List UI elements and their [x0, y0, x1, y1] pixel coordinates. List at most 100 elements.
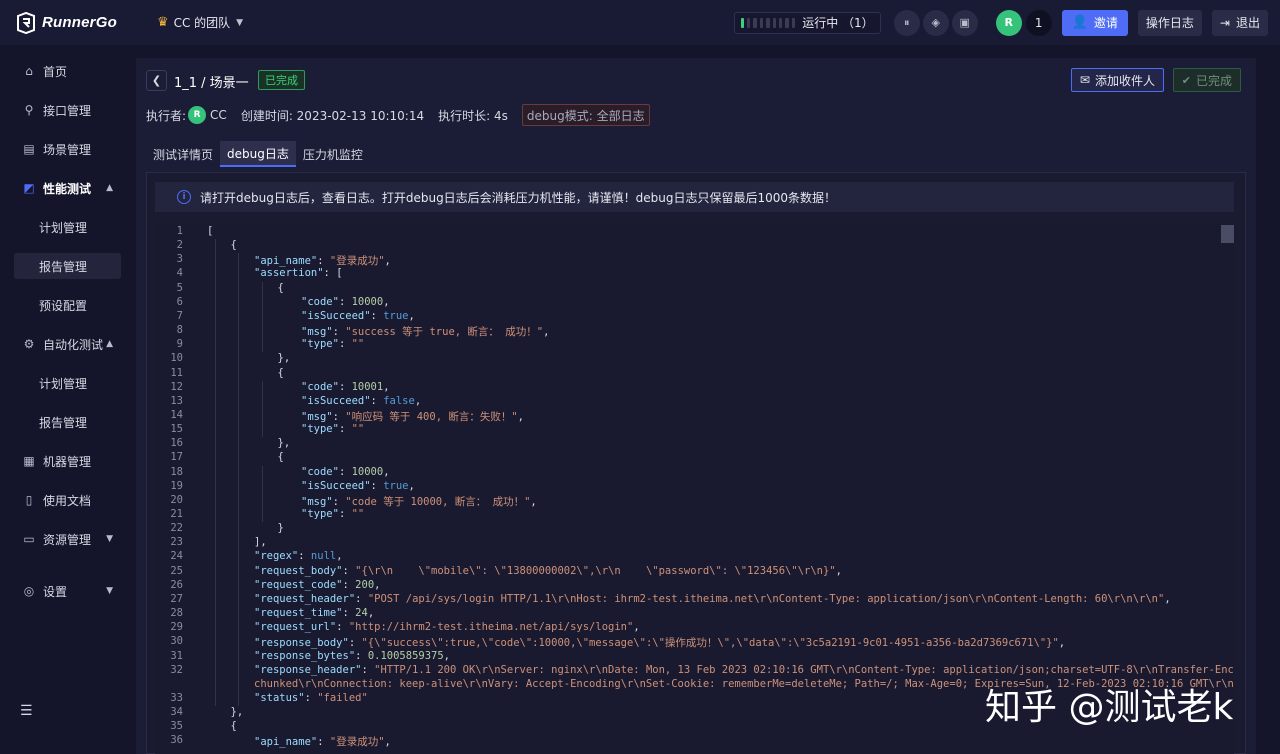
- home-icon: ⌂: [25, 64, 33, 78]
- line-number: 27: [170, 592, 183, 605]
- record-icon[interactable]: ▣: [951, 9, 978, 36]
- check-circle-icon: ✔: [1181, 73, 1191, 87]
- sidebar-item-label: 使用文档: [43, 493, 92, 508]
- sidebar: ⌂ 首页 ⚲ 接口管理 ▤ 场景管理 ◩ 性能测试 ▲ 计划管理 报告管理 预设…: [0, 45, 136, 754]
- sidebar-item-docs[interactable]: ▯ 使用文档: [14, 487, 121, 513]
- line-number: 34: [170, 706, 183, 719]
- indent-guide: [214, 239, 216, 707]
- progress-segment: [785, 17, 789, 28]
- sidebar-item-performance[interactable]: ◩ 性能测试 ▲: [14, 175, 121, 201]
- doc-icon: ▯: [25, 493, 33, 507]
- sidebar-item-auto-report[interactable]: 报告管理: [14, 409, 121, 435]
- line-number: 30: [170, 635, 183, 648]
- user-icon: 👤: [1071, 15, 1088, 30]
- sidebar-item-label: 场景管理: [43, 142, 92, 157]
- line-number: 18: [170, 465, 183, 478]
- tab-machine-monitor[interactable]: 压力机监控: [295, 141, 370, 167]
- debug-log-panel: i 请打开debug日志后，查看日志。打开debug日志后会消耗压力机性能，请谨…: [146, 172, 1246, 754]
- collapse-menu-icon[interactable]: ☰: [20, 703, 33, 719]
- logo[interactable]: RunnerGo: [14, 11, 117, 35]
- sidebar-item-settings[interactable]: ◎ 设置 ▼: [14, 578, 121, 604]
- resource-icon: ▭: [23, 532, 35, 546]
- info-icon: i: [177, 190, 191, 204]
- running-status[interactable]: 运行中 （1）: [733, 11, 881, 34]
- tab-debug-log[interactable]: debug日志: [220, 141, 296, 167]
- code-line: {: [277, 366, 284, 379]
- line-number: 35: [170, 720, 183, 733]
- sidebar-item-plan[interactable]: 计划管理: [14, 214, 121, 240]
- sidebar-item-label: 计划管理: [39, 220, 88, 235]
- executor-avatar: R: [188, 106, 207, 124]
- sidebar-item-label: 性能测试: [43, 181, 92, 196]
- avatar[interactable]: R: [995, 9, 1022, 36]
- code-line: "code": 10000,: [301, 465, 390, 478]
- line-number: 10: [170, 352, 183, 365]
- code-line: {: [230, 239, 237, 252]
- box-icon[interactable]: ◈: [922, 9, 949, 36]
- line-number: 32: [170, 663, 183, 676]
- line-number: 29: [170, 621, 183, 634]
- code-line: "response_body": "{\"success\":true,\"co…: [254, 637, 1066, 650]
- progress-segment: [791, 17, 796, 28]
- executor-name: CC: [210, 108, 227, 122]
- line-number: 23: [170, 536, 183, 549]
- add-receiver-button[interactable]: ✉ 添加收件人: [1070, 68, 1164, 92]
- report-tabs: 测试详情页 debug日志 压力机监控: [146, 141, 370, 167]
- chevron-up-icon: ▲: [106, 183, 113, 193]
- logo-text: RunnerGo: [42, 14, 117, 31]
- logout-icon: ⇥: [1219, 15, 1230, 30]
- progress-segment: [759, 17, 764, 28]
- code-line: "assertion": [: [254, 267, 343, 280]
- pause-icon[interactable]: ⏸: [893, 9, 920, 36]
- line-number: 21: [170, 508, 183, 520]
- sidebar-item-auto-plan[interactable]: 计划管理: [14, 370, 121, 396]
- code-line: {: [277, 281, 284, 294]
- code-line: ],: [254, 536, 267, 549]
- back-button[interactable]: ❮: [146, 70, 167, 91]
- code-line: [: [207, 225, 214, 237]
- sidebar-item-resource[interactable]: ▭ 资源管理 ▼: [14, 526, 121, 552]
- machine-icon: ▦: [23, 454, 35, 468]
- sidebar-item-label: 接口管理: [43, 103, 92, 118]
- code-editor[interactable]: 1 [2 {3 "api_name": "登录成功", 4 "assertion": [5…: [155, 223, 1234, 754]
- progress-segment: [753, 17, 757, 28]
- logout-button[interactable]: ⇥ 退出: [1211, 9, 1268, 36]
- sidebar-item-report[interactable]: 报告管理: [14, 253, 121, 279]
- progress-segment: [740, 17, 745, 28]
- operation-log-button[interactable]: 操作日志: [1137, 9, 1202, 36]
- debug-mode-badge[interactable]: debug模式: 全部日志: [521, 104, 650, 126]
- tab-test-detail[interactable]: 测试详情页: [146, 141, 221, 167]
- line-number: 31: [170, 649, 183, 662]
- code-line: }: [277, 522, 284, 535]
- code-line: "request_body": "{\r\n \"mobile\": \"138…: [254, 564, 842, 577]
- scene-icon: ▤: [23, 142, 35, 156]
- sidebar-item-api[interactable]: ⚲ 接口管理: [14, 97, 121, 123]
- sidebar-item-home[interactable]: ⌂ 首页: [14, 58, 121, 84]
- sidebar-item-automation[interactable]: ⚙ 自动化测试 ▲: [14, 331, 121, 357]
- code-line: "msg": "success 等于 true, 断言： 成功！",: [301, 326, 550, 339]
- member-count[interactable]: 1: [1025, 9, 1052, 36]
- done-button[interactable]: ✔ 已完成: [1172, 68, 1241, 92]
- code-line: {: [277, 451, 284, 464]
- code-line: "type": "": [301, 508, 365, 520]
- scrollbar-thumb[interactable]: [1221, 225, 1234, 243]
- line-number: 33: [170, 691, 183, 704]
- sidebar-item-preset[interactable]: 预设配置: [14, 292, 121, 318]
- code-line: "msg": "响应码 等于 400, 断言：失败！",: [301, 410, 524, 423]
- mail-icon: ✉: [1079, 73, 1090, 87]
- invite-button[interactable]: 👤 邀请: [1061, 9, 1128, 36]
- invite-label: 邀请: [1093, 16, 1118, 30]
- line-number: 11: [170, 366, 183, 379]
- sidebar-item-label: 计划管理: [39, 376, 88, 391]
- line-number: 17: [170, 451, 183, 464]
- code-line: "request_url": "http://ihrm2-test.itheim…: [254, 621, 640, 634]
- code-line: "status": "failed": [254, 691, 368, 704]
- sidebar-item-scene[interactable]: ▤ 场景管理: [14, 136, 121, 162]
- done-label: 已完成: [1195, 73, 1232, 88]
- team-switcher[interactable]: ♛ CC 的团队 ▼: [157, 14, 243, 31]
- code-line: },: [277, 437, 291, 450]
- progress-segment: [779, 17, 783, 28]
- code-line: "msg": "code 等于 10000, 断言： 成功！",: [301, 495, 537, 508]
- code-line: "code": 10000,: [301, 295, 390, 308]
- sidebar-item-machine[interactable]: ▦ 机器管理: [14, 448, 121, 474]
